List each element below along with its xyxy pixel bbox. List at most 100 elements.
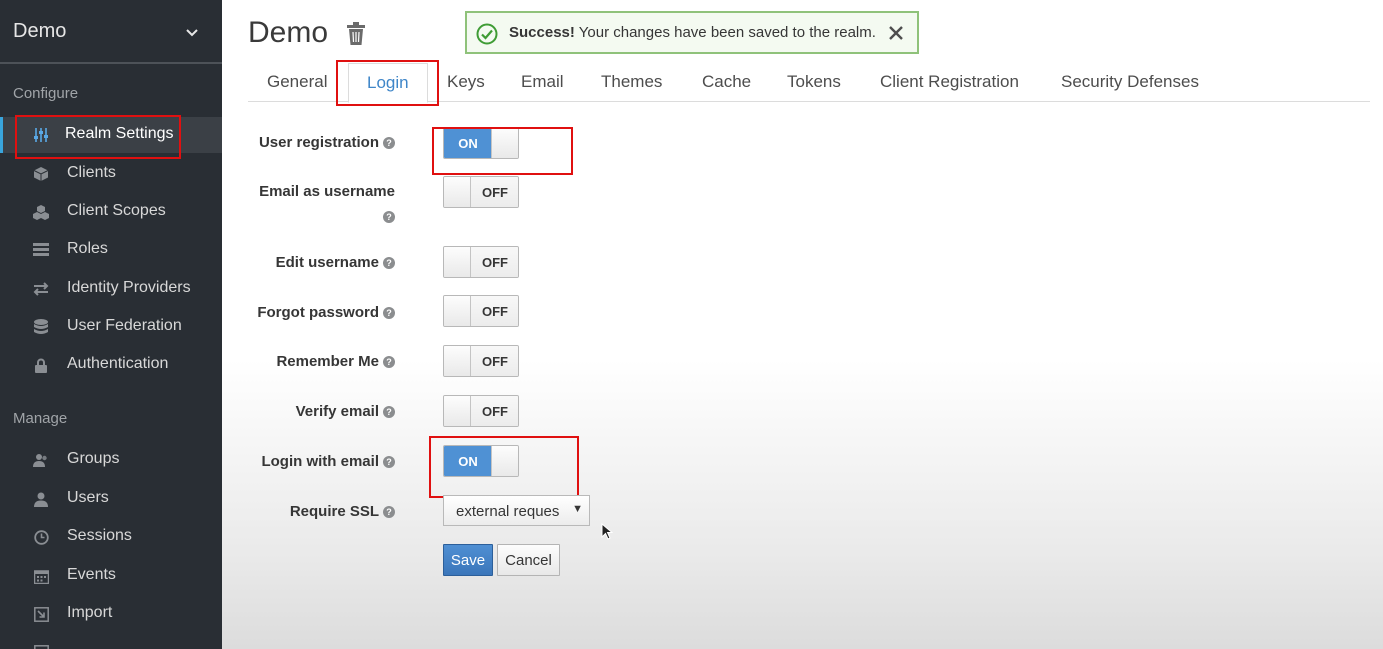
calendar-icon xyxy=(32,567,50,585)
toggle-knob xyxy=(444,396,471,426)
toggle-knob xyxy=(444,346,471,376)
realm-selector[interactable]: Demo xyxy=(0,0,222,64)
help-icon[interactable]: ? xyxy=(383,406,395,418)
nav-label: Realm Settings xyxy=(65,125,174,142)
label-text: Verify email xyxy=(295,403,379,420)
toggle-knob xyxy=(444,247,471,277)
tab-security-defenses[interactable]: Security Defenses xyxy=(1061,72,1199,92)
field-label-user-registration: User registration? xyxy=(259,134,395,151)
nav-item-user-federation[interactable]: User Federation xyxy=(0,309,222,345)
list-icon xyxy=(32,241,50,259)
clock-icon xyxy=(32,528,50,546)
nav-label: Events xyxy=(67,566,116,583)
label-text: Edit username xyxy=(275,254,379,271)
cancel-button[interactable]: Cancel xyxy=(497,544,560,576)
chevron-down-icon xyxy=(186,29,198,37)
help-icon[interactable]: ? xyxy=(383,456,395,468)
exchange-icon xyxy=(32,280,50,298)
close-icon[interactable] xyxy=(887,24,905,42)
tab-keys[interactable]: Keys xyxy=(447,72,485,92)
label-text: Email as username xyxy=(259,183,395,200)
help-icon[interactable]: ? xyxy=(383,506,395,518)
toggle-user-registration[interactable]: ON xyxy=(443,127,519,159)
tab-login[interactable]: Login xyxy=(348,63,428,103)
nav-item-clients[interactable]: Clients xyxy=(0,156,222,192)
help-icon[interactable]: ? xyxy=(383,257,395,269)
toggle-forgot-password[interactable]: OFF xyxy=(443,295,519,327)
toggle-state: ON xyxy=(444,446,492,476)
nav-label: Import xyxy=(67,604,113,621)
field-label-email-as-username: Email as username xyxy=(259,183,395,200)
tab-tokens[interactable]: Tokens xyxy=(787,72,841,92)
nav-label: Sessions xyxy=(67,527,132,544)
nav-item-client-scopes[interactable]: Client Scopes xyxy=(0,194,222,230)
cubes-icon xyxy=(32,203,50,221)
toggle-verify-email[interactable]: OFF xyxy=(443,395,519,427)
help-icon[interactable]: ? xyxy=(383,211,395,223)
nav-label: Client Scopes xyxy=(67,202,166,219)
sliders-icon xyxy=(32,126,50,144)
field-label-forgot-password: Forgot password? xyxy=(257,304,395,321)
toggle-state: OFF xyxy=(471,177,518,207)
nav-label: User Federation xyxy=(67,317,182,334)
label-text: Remember Me xyxy=(276,353,379,370)
save-button[interactable]: Save xyxy=(443,544,493,576)
toggle-knob xyxy=(444,296,471,326)
export-icon xyxy=(32,643,50,649)
toggle-state: OFF xyxy=(471,247,518,277)
section-title-manage: Manage xyxy=(13,410,68,427)
nav-item-realm-settings[interactable]: Realm Settings xyxy=(0,117,222,153)
nav-item-identity-providers[interactable]: Identity Providers xyxy=(0,271,222,307)
select-value: external reques xyxy=(456,503,560,520)
nav-label: Users xyxy=(67,489,109,506)
tab-cache[interactable]: Cache xyxy=(702,72,751,92)
help-icon[interactable]: ? xyxy=(383,137,395,149)
nav-item-import[interactable]: Import xyxy=(0,596,222,632)
alert-text: Your changes have been saved to the real… xyxy=(574,24,876,41)
mouse-cursor-icon xyxy=(601,523,613,540)
sidebar: Demo Configure Realm Settings Clients Cl… xyxy=(0,0,222,649)
help-icon[interactable]: ? xyxy=(383,307,395,319)
check-circle-icon xyxy=(476,23,498,45)
toggle-edit-username[interactable]: OFF xyxy=(443,246,519,278)
toggle-email-as-username[interactable]: OFF xyxy=(443,176,519,208)
label-text: Require SSL xyxy=(289,503,379,520)
field-label-email-as-username-help: ? xyxy=(379,208,395,225)
page-title: Demo xyxy=(248,16,329,49)
tab-general[interactable]: General xyxy=(267,72,327,92)
users-icon xyxy=(32,451,50,469)
section-title-configure: Configure xyxy=(13,85,79,102)
database-icon xyxy=(32,318,50,336)
nav-item-authentication[interactable]: Authentication xyxy=(0,347,222,383)
tab-email[interactable]: Email xyxy=(521,72,564,92)
nav-item-sessions[interactable]: Sessions xyxy=(0,519,222,555)
user-icon xyxy=(32,490,50,508)
field-label-verify-email: Verify email? xyxy=(296,403,395,420)
toggle-login-with-email[interactable]: ON xyxy=(443,445,519,477)
nav-item-groups[interactable]: Groups xyxy=(0,442,222,478)
import-icon xyxy=(32,605,50,623)
field-label-edit-username: Edit username? xyxy=(276,254,395,271)
nav-item-partial[interactable] xyxy=(0,634,222,649)
nav-item-roles[interactable]: Roles xyxy=(0,232,222,268)
toggle-remember-me[interactable]: OFF xyxy=(443,345,519,377)
tab-client-registration[interactable]: Client Registration xyxy=(880,72,1019,92)
toggle-state: OFF xyxy=(471,296,518,326)
alert-strong: Success! xyxy=(509,24,575,41)
label-text: Login with email xyxy=(261,453,379,470)
success-alert: Success! Your changes have been saved to… xyxy=(465,11,919,54)
nav-item-users[interactable]: Users xyxy=(0,481,222,517)
help-icon[interactable]: ? xyxy=(383,356,395,368)
realm-name: Demo xyxy=(13,19,67,42)
realm-tabs: General Login Keys Email Themes Cache To… xyxy=(248,60,1370,103)
nav-label: Identity Providers xyxy=(67,279,191,296)
nav-label: Authentication xyxy=(67,355,169,372)
nav-item-events[interactable]: Events xyxy=(0,558,222,594)
alert-message: Success! Your changes have been saved to… xyxy=(509,24,876,41)
require-ssl-select[interactable]: external reques ▼ xyxy=(443,495,590,526)
toggle-state: OFF xyxy=(471,346,518,376)
label-text: User registration xyxy=(258,134,379,151)
field-label-require-ssl: Require SSL? xyxy=(290,503,395,520)
trash-icon[interactable] xyxy=(345,22,367,46)
tab-themes[interactable]: Themes xyxy=(601,72,662,92)
